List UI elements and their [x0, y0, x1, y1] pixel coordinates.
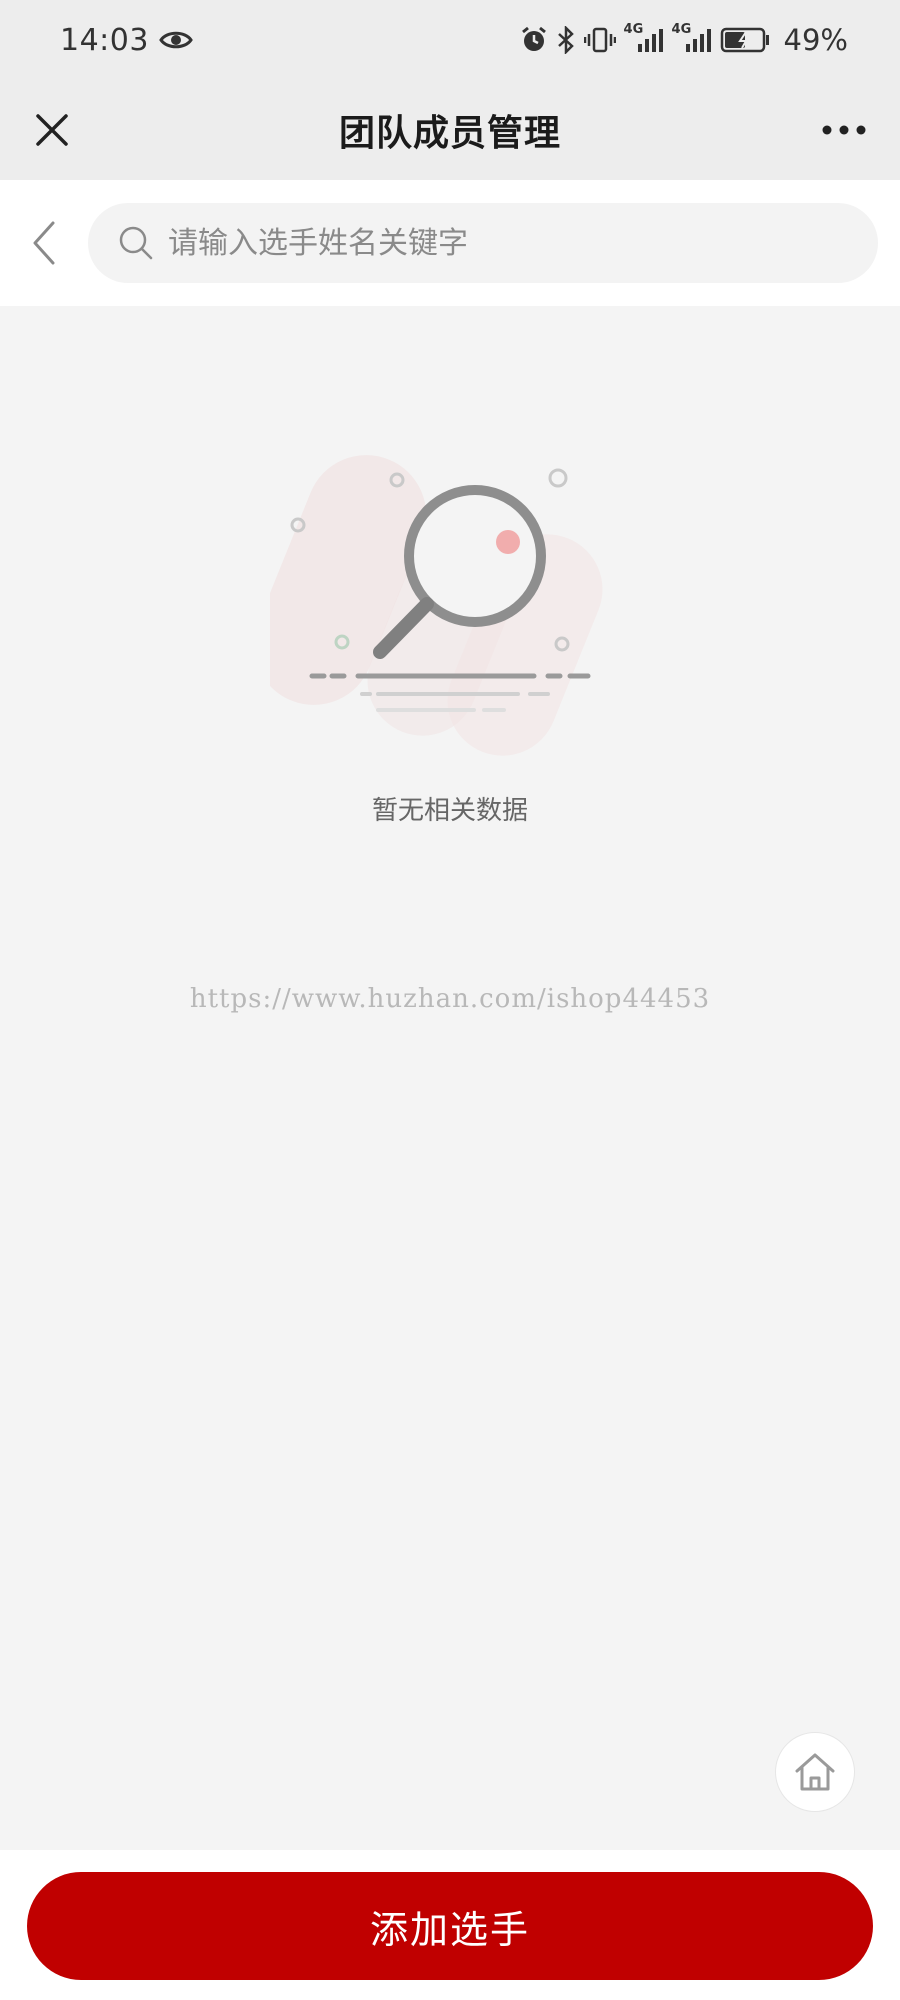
status-left: 14:03 — [60, 23, 193, 58]
empty-illustration — [253, 420, 630, 760]
signal-icon: 4G — [624, 22, 664, 54]
close-button[interactable] — [24, 102, 80, 158]
battery-charging-icon — [720, 27, 770, 53]
bottom-bar: 添加选手 — [0, 1850, 900, 2000]
network-label: 4G — [623, 22, 644, 37]
watermark-text: https://www.huzhan.com/ishop44453 — [189, 984, 711, 1014]
bluetooth-icon — [556, 26, 576, 54]
home-button[interactable] — [775, 1732, 855, 1812]
network-label: 4G — [671, 22, 692, 37]
more-button[interactable] — [808, 102, 880, 158]
status-bar: 14:03 4G 4G 49% — [0, 0, 900, 80]
search-input[interactable] — [168, 225, 808, 261]
page-title: 团队成员管理 — [338, 113, 561, 154]
search-area — [0, 180, 900, 306]
chevron-left-icon — [33, 221, 55, 265]
battery-percent: 49% — [783, 23, 848, 57]
alarm-icon — [520, 26, 548, 54]
more-icon — [822, 125, 866, 135]
home-icon — [795, 1753, 835, 1791]
signal-icon: 4G — [672, 22, 712, 54]
status-right: 4G 4G 49% — [520, 22, 848, 57]
empty-message: 暂无相关数据 — [371, 796, 528, 826]
title-bar: 团队成员管理 — [0, 80, 900, 180]
close-icon — [36, 114, 68, 146]
eye-icon — [159, 29, 193, 51]
status-time: 14:03 — [60, 22, 149, 58]
vibrate-icon — [583, 26, 616, 54]
search-icon — [119, 226, 153, 260]
back-button[interactable] — [0, 199, 88, 287]
search-box[interactable] — [88, 203, 878, 283]
add-player-button[interactable]: 添加选手 — [27, 1872, 873, 1980]
